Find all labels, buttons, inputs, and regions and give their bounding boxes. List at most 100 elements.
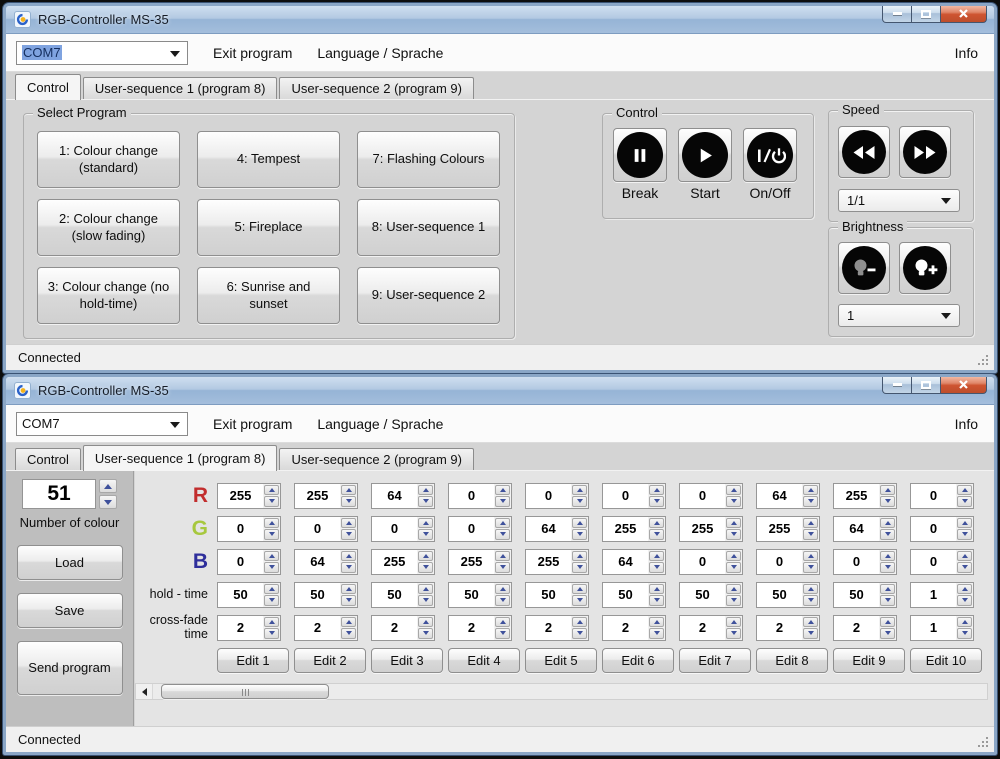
spin-down-button[interactable] [957,562,972,573]
menu-info[interactable]: Info [955,416,978,432]
seq-g-9-spinner[interactable]: 64 [833,516,897,542]
program-button-4[interactable]: 4: Tempest [197,131,340,188]
spin-up-button[interactable] [572,551,587,562]
spin-down-button[interactable] [880,496,895,507]
spin-down-button[interactable] [726,496,741,507]
edit-button-1[interactable]: Edit 1 [217,648,289,673]
spin-down-button[interactable] [957,496,972,507]
break-button[interactable] [613,128,667,182]
seq-g-10-spinner[interactable]: 0 [910,516,974,542]
spin-up-button[interactable] [418,518,433,529]
spin-up-button[interactable] [572,617,587,628]
edit-button-3[interactable]: Edit 3 [371,648,443,673]
spin-down-button[interactable] [572,496,587,507]
spin-up-button[interactable] [495,551,510,562]
spin-down-button[interactable] [649,628,664,639]
spin-up-button[interactable] [803,551,818,562]
spin-up-button[interactable] [341,584,356,595]
seq-fade-1-spinner[interactable]: 2 [217,615,281,641]
colour-count-field[interactable]: 51 [22,479,96,509]
spin-up-button[interactable] [495,485,510,496]
seq-fade-7-spinner[interactable]: 2 [679,615,743,641]
save-button[interactable]: Save [17,593,123,628]
spin-up-button[interactable] [341,485,356,496]
spin-down-button[interactable] [99,495,117,509]
spin-up-button[interactable] [803,518,818,529]
seq-b-9-spinner[interactable]: 0 [833,549,897,575]
spin-down-button[interactable] [880,595,895,606]
brightness-up-button[interactable] [899,242,951,294]
seq-b-10-spinner[interactable]: 0 [910,549,974,575]
program-button-9[interactable]: 9: User-sequence 2 [357,267,500,324]
scrollbar-thumb[interactable] [161,684,329,699]
seq-fade-10-spinner[interactable]: 1 [910,615,974,641]
seq-g-6-spinner[interactable]: 255 [602,516,666,542]
spin-up-button[interactable] [264,617,279,628]
spin-up-button[interactable] [264,485,279,496]
seq-hold-8-spinner[interactable]: 50 [756,582,820,608]
menu-info[interactable]: Info [955,45,978,61]
spin-down-button[interactable] [649,496,664,507]
seq-g-1-spinner[interactable]: 0 [217,516,281,542]
spin-down-button[interactable] [649,529,664,540]
load-button[interactable]: Load [17,545,123,580]
spin-up-button[interactable] [803,584,818,595]
spin-up-button[interactable] [726,551,741,562]
horizontal-scrollbar[interactable] [135,683,988,700]
tab-control[interactable]: Control [15,448,81,470]
seq-g-7-spinner[interactable]: 255 [679,516,743,542]
spin-up-button[interactable] [264,518,279,529]
edit-button-4[interactable]: Edit 4 [448,648,520,673]
spin-up-button[interactable] [726,617,741,628]
spin-down-button[interactable] [495,595,510,606]
spin-up-button[interactable] [803,485,818,496]
edit-button-5[interactable]: Edit 5 [525,648,597,673]
com-port-select[interactable]: COM7 [16,412,188,436]
title-bar[interactable]: RGB-Controller MS-35 [6,6,994,34]
spin-up-button[interactable] [99,479,117,493]
spin-down-button[interactable] [957,529,972,540]
seq-g-4-spinner[interactable]: 0 [448,516,512,542]
seq-hold-1-spinner[interactable]: 50 [217,582,281,608]
seq-b-6-spinner[interactable]: 64 [602,549,666,575]
seq-b-3-spinner[interactable]: 255 [371,549,435,575]
seq-r-6-spinner[interactable]: 0 [602,483,666,509]
seq-fade-3-spinner[interactable]: 2 [371,615,435,641]
seq-r-1-spinner[interactable]: 255 [217,483,281,509]
spin-up-button[interactable] [418,617,433,628]
edit-button-9[interactable]: Edit 9 [833,648,905,673]
spin-down-button[interactable] [726,562,741,573]
menu-exit-program[interactable]: Exit program [213,416,292,432]
program-button-1[interactable]: 1: Colour change (standard) [37,131,180,188]
seq-hold-4-spinner[interactable]: 50 [448,582,512,608]
seq-hold-3-spinner[interactable]: 50 [371,582,435,608]
scroll-left-button[interactable] [136,684,153,699]
spin-up-button[interactable] [649,584,664,595]
spin-up-button[interactable] [649,551,664,562]
spin-down-button[interactable] [957,595,972,606]
tab-user-sequence-1-program-8[interactable]: User-sequence 1 (program 8) [83,445,278,471]
spin-up-button[interactable] [957,551,972,562]
spin-up-button[interactable] [572,584,587,595]
spin-up-button[interactable] [264,551,279,562]
brightness-down-button[interactable] [838,242,890,294]
spin-down-button[interactable] [341,595,356,606]
spin-down-button[interactable] [495,496,510,507]
edit-button-6[interactable]: Edit 6 [602,648,674,673]
spin-down-button[interactable] [649,562,664,573]
seq-hold-2-spinner[interactable]: 50 [294,582,358,608]
spin-down-button[interactable] [880,562,895,573]
spin-up-button[interactable] [649,518,664,529]
seq-r-10-spinner[interactable]: 0 [910,483,974,509]
seq-b-4-spinner[interactable]: 255 [448,549,512,575]
on-off-button[interactable] [743,128,797,182]
seq-r-4-spinner[interactable]: 0 [448,483,512,509]
spin-down-button[interactable] [341,628,356,639]
seq-r-7-spinner[interactable]: 0 [679,483,743,509]
spin-up-button[interactable] [495,617,510,628]
spin-up-button[interactable] [726,518,741,529]
spin-up-button[interactable] [341,551,356,562]
spin-down-button[interactable] [572,628,587,639]
maximize-button[interactable] [912,376,940,394]
spin-up-button[interactable] [726,485,741,496]
